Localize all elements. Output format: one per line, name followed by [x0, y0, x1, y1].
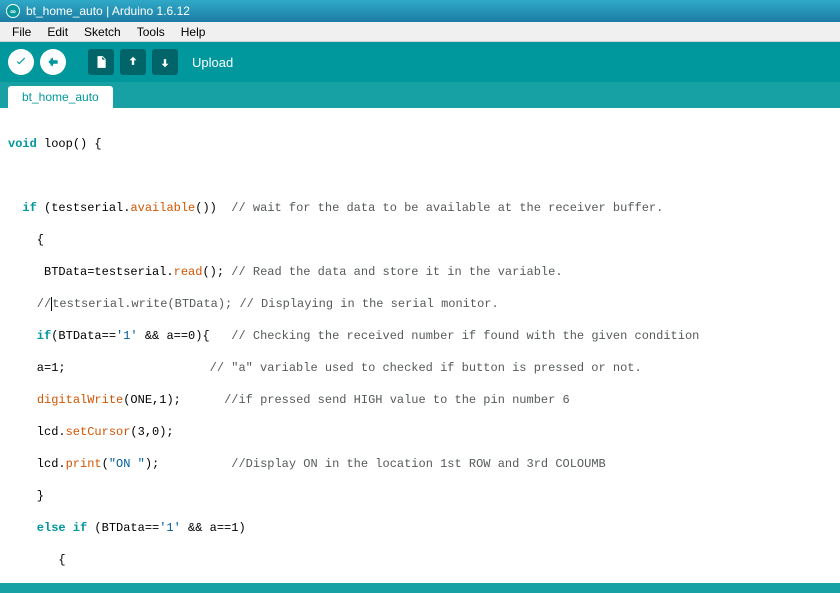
menu-sketch[interactable]: Sketch [76, 23, 129, 41]
code-token: loop() { [37, 137, 102, 151]
code-token: //Display ON in the location 1st ROW and… [231, 457, 605, 471]
code-token: ); [145, 457, 231, 471]
code-token: ()) [195, 201, 231, 215]
code-token: lcd. [8, 457, 66, 471]
code-token: setCursor [66, 425, 131, 439]
menu-help[interactable]: Help [173, 23, 214, 41]
code-token: && a==0){ [138, 329, 232, 343]
code-token: (ONE,1); [123, 393, 224, 407]
code-token: digitalWrite [37, 393, 123, 407]
code-token: read [174, 265, 203, 279]
code-token: if [66, 521, 88, 535]
code-token: '1' [159, 521, 181, 535]
code-token: '1' [116, 329, 138, 343]
status-bar [0, 583, 840, 593]
code-token: // [8, 297, 51, 311]
code-token: { [8, 553, 66, 567]
toolbar: Upload [0, 42, 840, 82]
code-token: ( [102, 457, 109, 471]
code-token: (); [202, 265, 231, 279]
code-token: print [66, 457, 102, 471]
new-button[interactable] [88, 49, 114, 75]
code-token: a=1; [8, 361, 210, 375]
code-token: } [8, 489, 44, 503]
menu-file[interactable]: File [4, 23, 39, 41]
code-token: void [8, 137, 37, 151]
code-token: if [8, 201, 37, 215]
code-editor[interactable]: void loop() { if (testserial.available()… [0, 108, 840, 583]
code-token: "ON " [109, 457, 145, 471]
code-token: BTData=testserial. [8, 265, 174, 279]
window-titlebar: ∞ bt_home_auto | Arduino 1.6.12 [0, 0, 840, 22]
code-token: lcd. [8, 425, 66, 439]
code-token: && a==1) [181, 521, 246, 535]
menu-bar: File Edit Sketch Tools Help [0, 22, 840, 42]
code-token: available [130, 201, 195, 215]
code-token: (3,0); [130, 425, 173, 439]
code-token: else [8, 521, 66, 535]
arduino-logo-icon: ∞ [6, 4, 20, 18]
tab-sketch[interactable]: bt_home_auto [8, 86, 113, 108]
menu-edit[interactable]: Edit [39, 23, 76, 41]
toolbar-status-label: Upload [192, 55, 233, 70]
code-token: // Checking the received number if found… [231, 329, 699, 343]
code-token: { [8, 233, 44, 247]
save-button[interactable] [152, 49, 178, 75]
code-token: (BTData== [51, 329, 116, 343]
code-token: (BTData== [87, 521, 159, 535]
upload-button[interactable] [40, 49, 66, 75]
window-title: bt_home_auto | Arduino 1.6.12 [26, 4, 190, 18]
code-token: //if pressed send HIGH value to the pin … [224, 393, 570, 407]
code-token [8, 393, 37, 407]
code-token: if [8, 329, 51, 343]
code-token: // wait for the data to be available at … [231, 201, 663, 215]
code-token: // "a" variable used to checked if butto… [210, 361, 642, 375]
tab-bar: bt_home_auto [0, 82, 840, 108]
code-token: // Read the data and store it in the var… [231, 265, 562, 279]
code-token: testserial.write(BTData); // Displaying … [52, 297, 498, 311]
menu-tools[interactable]: Tools [129, 23, 173, 41]
open-button[interactable] [120, 49, 146, 75]
code-token: (testserial. [37, 201, 131, 215]
verify-button[interactable] [8, 49, 34, 75]
